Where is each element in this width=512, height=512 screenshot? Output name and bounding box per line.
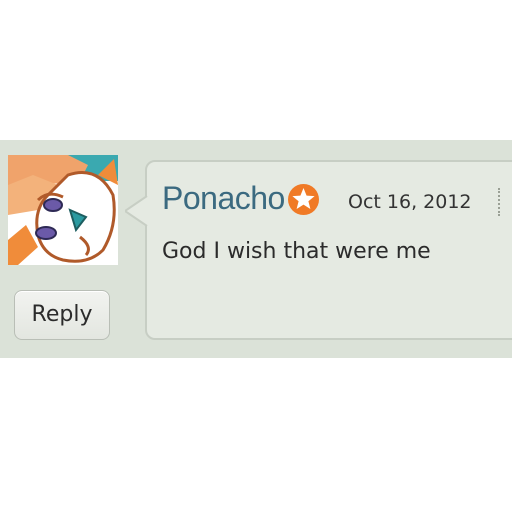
comment-body: God I wish that were me [162,239,431,264]
star-badge-icon [287,183,320,216]
reply-button[interactable]: Reply [14,290,110,340]
user-avatar[interactable] [8,155,118,265]
comment-author-name[interactable]: Ponacho [162,178,285,218]
fox-character-avatar-icon [8,155,118,265]
comment-timestamp[interactable]: Oct 16, 2012 [348,188,472,216]
dotted-overflow-icon[interactable] [498,188,504,216]
